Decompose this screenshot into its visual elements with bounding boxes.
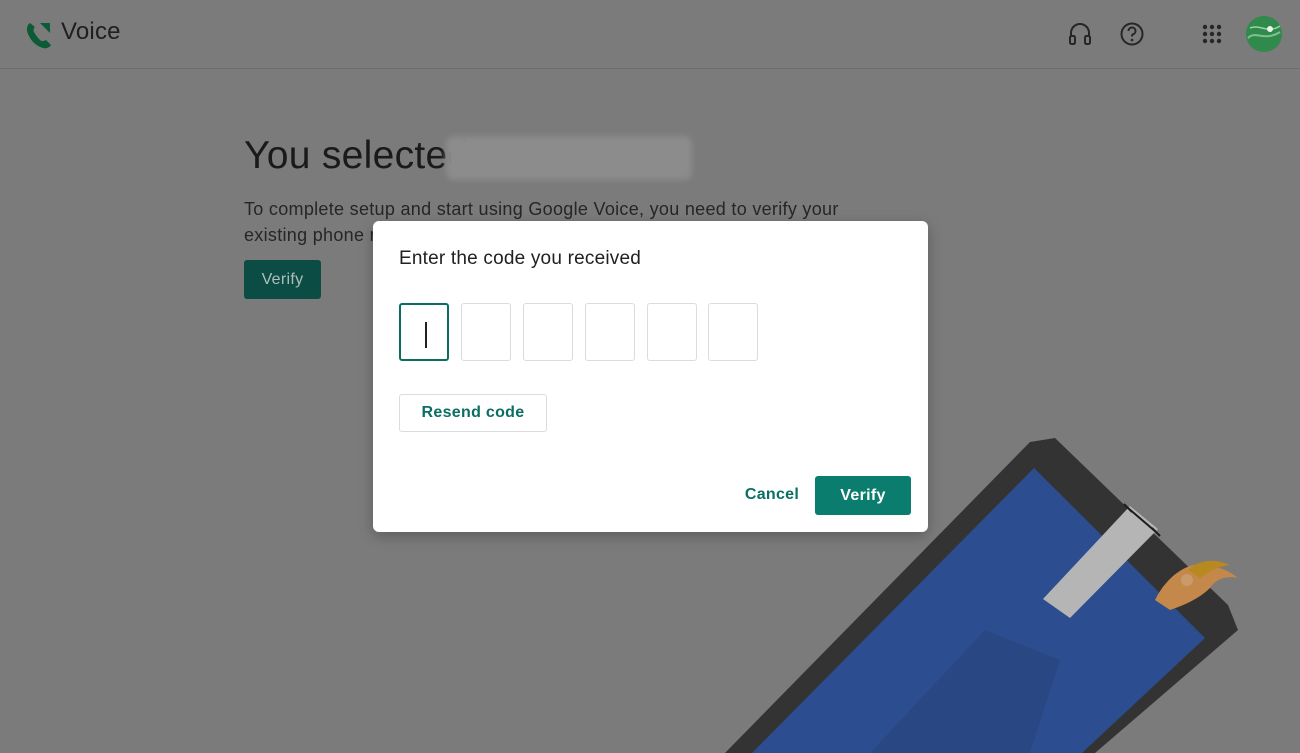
verify-button[interactable]: Verify [815,476,911,515]
verify-code-dialog: Enter the code you received Resend code … [373,221,928,532]
headset-icon[interactable] [1066,20,1094,48]
apps-grid-icon[interactable] [1198,20,1226,48]
code-digit-2[interactable] [461,303,511,361]
voice-logo-icon[interactable] [24,20,54,50]
verify-button-background: Verify [244,260,321,299]
code-digit-4[interactable] [585,303,635,361]
redacted-phone-number [446,136,692,180]
app-name[interactable]: Voice [61,18,121,46]
code-digit-5[interactable] [647,303,697,361]
code-digit-1[interactable] [399,303,449,361]
resend-code-button[interactable]: Resend code [399,394,547,432]
dialog-title: Enter the code you received [399,248,641,269]
code-digit-6[interactable] [708,303,758,361]
page-title: You selected [244,134,470,177]
help-icon[interactable] [1118,20,1146,48]
text-caret [425,322,427,348]
code-digit-3[interactable] [523,303,573,361]
cancel-button[interactable]: Cancel [733,476,811,514]
top-app-bar: Voice [0,0,1300,69]
avatar[interactable] [1246,16,1282,52]
